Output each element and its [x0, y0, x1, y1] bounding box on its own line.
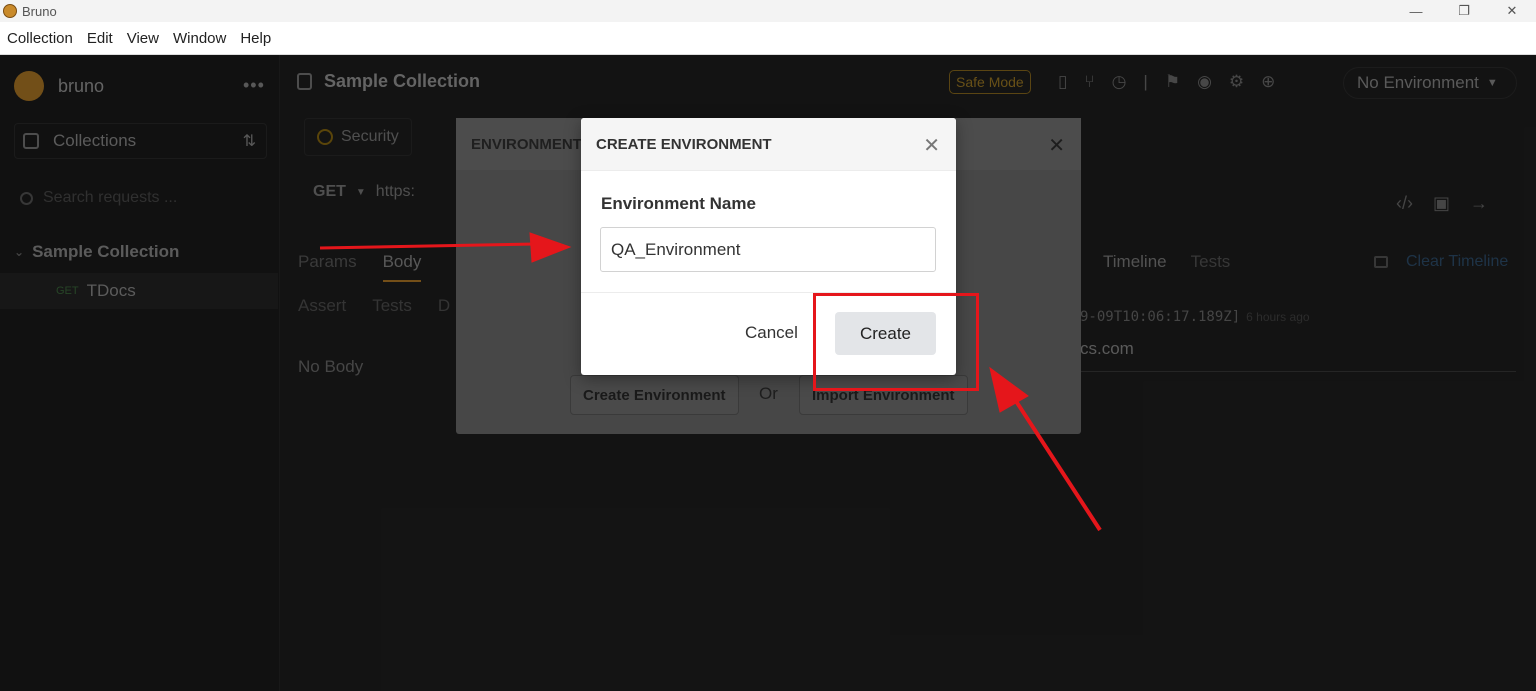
or-text: Or: [759, 384, 778, 403]
window-titlebar: Bruno — ❐ ✕: [0, 0, 1536, 22]
menu-bar: Collection Edit View Window Help: [0, 22, 1536, 55]
cancel-button[interactable]: Cancel: [745, 323, 798, 343]
close-window-icon[interactable]: ✕: [1488, 0, 1536, 22]
bruno-app-icon: [3, 4, 17, 18]
menu-view[interactable]: View: [120, 30, 166, 47]
environment-name-label: Environment Name: [601, 194, 756, 213]
environment-name-input[interactable]: [600, 227, 936, 272]
restore-icon[interactable]: ❐: [1440, 0, 1488, 22]
menu-window[interactable]: Window: [166, 30, 233, 47]
create-modal-header: CREATE ENVIRONMENT: [581, 118, 956, 171]
close-icon[interactable]: ✕: [923, 133, 940, 158]
close-icon[interactable]: ✕: [1048, 133, 1065, 158]
create-modal-title: CREATE ENVIRONMENT: [596, 135, 772, 153]
create-environment-button[interactable]: Create Environment: [570, 375, 739, 415]
menu-edit[interactable]: Edit: [80, 30, 120, 47]
menu-collection[interactable]: Collection: [0, 30, 80, 47]
minimize-icon[interactable]: —: [1392, 0, 1440, 22]
highlight-box-annotation: [813, 293, 979, 391]
window-title: Bruno: [22, 3, 57, 19]
window-controls: — ❐ ✕: [1392, 0, 1536, 22]
menu-help[interactable]: Help: [233, 30, 278, 47]
environment-modal-title: ENVIRONMENT: [471, 135, 582, 153]
